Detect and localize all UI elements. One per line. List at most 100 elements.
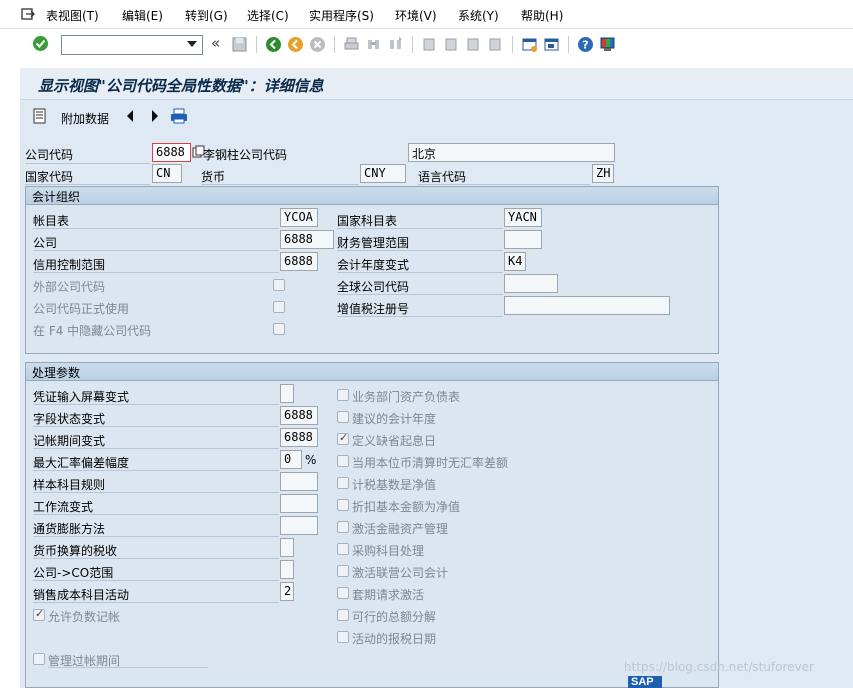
menu-edit[interactable]: 编辑(E) [122, 7, 163, 24]
label-underline [33, 228, 279, 229]
label-underline [33, 602, 279, 603]
external-company-checkbox[interactable] [273, 279, 285, 291]
label-underline [337, 228, 503, 229]
option-checkbox[interactable] [337, 521, 349, 533]
city-field: 北京 [408, 143, 615, 162]
additional-data-button[interactable]: 附加数据 [61, 110, 109, 127]
label-underline [25, 184, 150, 185]
option-checkbox[interactable] [337, 543, 349, 555]
back-icon[interactable] [265, 36, 282, 53]
chart-of-accounts-field: YCOA [280, 208, 318, 227]
cogs-label: 销售成本科目活动 [33, 588, 130, 602]
company-code-field[interactable]: 6888 [152, 143, 191, 162]
country-coa-label: 国家科目表 [337, 214, 398, 228]
fiscal-year-variant-field: K4 [504, 252, 526, 271]
option-checkbox[interactable] [337, 587, 349, 599]
menu-table-view[interactable]: 表视图(T) [46, 7, 99, 24]
first-page-icon[interactable] [421, 36, 438, 53]
checkmark-icon: ✓ [35, 607, 45, 620]
save-icon[interactable] [231, 36, 248, 53]
help-icon[interactable]: ? [577, 36, 594, 53]
toolbar-separator [334, 36, 335, 53]
productive-checkbox[interactable] [273, 301, 285, 313]
hide-f4-checkbox[interactable] [273, 323, 285, 335]
option-checkbox[interactable] [337, 477, 349, 489]
exit-icon[interactable] [287, 36, 304, 53]
doc-entry-label: 凭证输入屏幕变式 [33, 390, 130, 404]
find-icon[interactable] [365, 36, 382, 53]
menu-system[interactable]: 系统(Y) [458, 7, 499, 24]
print-icon[interactable] [343, 36, 360, 53]
workflow-field [280, 494, 318, 513]
currency-field: CNY [360, 164, 406, 183]
option-label: 可行的总额分解 [352, 610, 437, 624]
enter-check-icon[interactable] [32, 35, 49, 52]
vat-label: 增值税注册号 [337, 302, 410, 316]
max-fx-value: 0 [284, 452, 292, 466]
chart-of-accounts-label: 帐目表 [33, 214, 70, 228]
label-underline [201, 184, 359, 185]
label-underline [33, 404, 279, 405]
option-checkbox[interactable]: ✓ [337, 431, 349, 445]
toolbar-separator [412, 36, 413, 53]
label-underline [33, 272, 279, 273]
cancel-icon[interactable] [309, 36, 326, 53]
menu-select[interactable]: 选择(C) [247, 7, 289, 24]
fm-area-field [504, 230, 542, 249]
option-label: 折扣基本金额为净值 [352, 500, 461, 514]
create-session-icon[interactable] [521, 36, 538, 53]
max-fx-label: 最大汇率偏差幅度 [33, 456, 130, 470]
company-value: 6888 [284, 232, 313, 246]
label-underline [33, 492, 279, 493]
command-field[interactable] [61, 35, 203, 55]
credit-area-label: 信用控制范围 [33, 258, 106, 272]
productive-label: 公司代码正式使用 [33, 302, 130, 316]
credit-area-field: 6888 [280, 252, 318, 271]
group-header: 处理参数 [26, 363, 718, 381]
sample-rules-label: 样本科目规则 [33, 478, 106, 492]
find-next-icon[interactable] [387, 36, 404, 53]
option-label: 激活金融资产管理 [352, 522, 449, 536]
print-icon[interactable] [170, 108, 188, 124]
previous-entry-icon[interactable] [125, 109, 135, 123]
previous-page-icon[interactable] [443, 36, 460, 53]
shortcut-icon[interactable] [543, 36, 560, 53]
option-checkbox[interactable] [337, 411, 349, 423]
group-header: 会计组织 [26, 187, 718, 205]
label-underline [33, 514, 279, 515]
option-label: 建议的会计年度 [352, 412, 437, 426]
field-status-label: 字段状态变式 [33, 412, 106, 426]
next-entry-icon[interactable] [150, 109, 160, 123]
currency-label: 货币 [201, 170, 226, 184]
menu-utilities[interactable]: 实用程序(S) [309, 7, 374, 24]
last-page-icon[interactable] [487, 36, 504, 53]
menu-goto[interactable]: 转到(G) [185, 7, 228, 24]
toolbar-separator [512, 36, 513, 53]
page-title: 显示视图"公司代码全局性数据"：详细信息 [38, 77, 324, 95]
next-page-icon[interactable] [465, 36, 482, 53]
company-label: 公司 [33, 236, 58, 250]
menu-help[interactable]: 帮助(H) [521, 7, 563, 24]
menu-environment[interactable]: 环境(V) [395, 7, 437, 24]
tax-currency-field [280, 538, 294, 557]
toolbar-separator [568, 36, 569, 53]
manage-periods-checkbox[interactable] [33, 653, 45, 665]
chevron-down-icon[interactable] [187, 41, 197, 47]
option-checkbox[interactable] [337, 389, 349, 401]
cogs-field: 2 [280, 582, 294, 601]
option-checkbox[interactable] [337, 631, 349, 643]
layout-settings-icon[interactable] [599, 36, 616, 53]
label-underline [33, 448, 279, 449]
negative-postings-label: 允许负数记帐 [48, 610, 121, 624]
double-left-arrow-icon[interactable]: « [211, 34, 220, 52]
chart-of-accounts-value: YCOA [284, 210, 313, 224]
system-menu-icon[interactable] [20, 6, 36, 22]
details-icon[interactable] [32, 108, 48, 124]
negative-postings-checkbox[interactable]: ✓ [33, 607, 45, 621]
option-checkbox[interactable] [337, 499, 349, 511]
option-label: 激活联营公司会计 [352, 566, 449, 580]
option-checkbox[interactable] [337, 455, 349, 467]
company-name: 李钢柱公司代码 [203, 148, 288, 162]
option-checkbox[interactable] [337, 565, 349, 577]
option-checkbox[interactable] [337, 609, 349, 621]
